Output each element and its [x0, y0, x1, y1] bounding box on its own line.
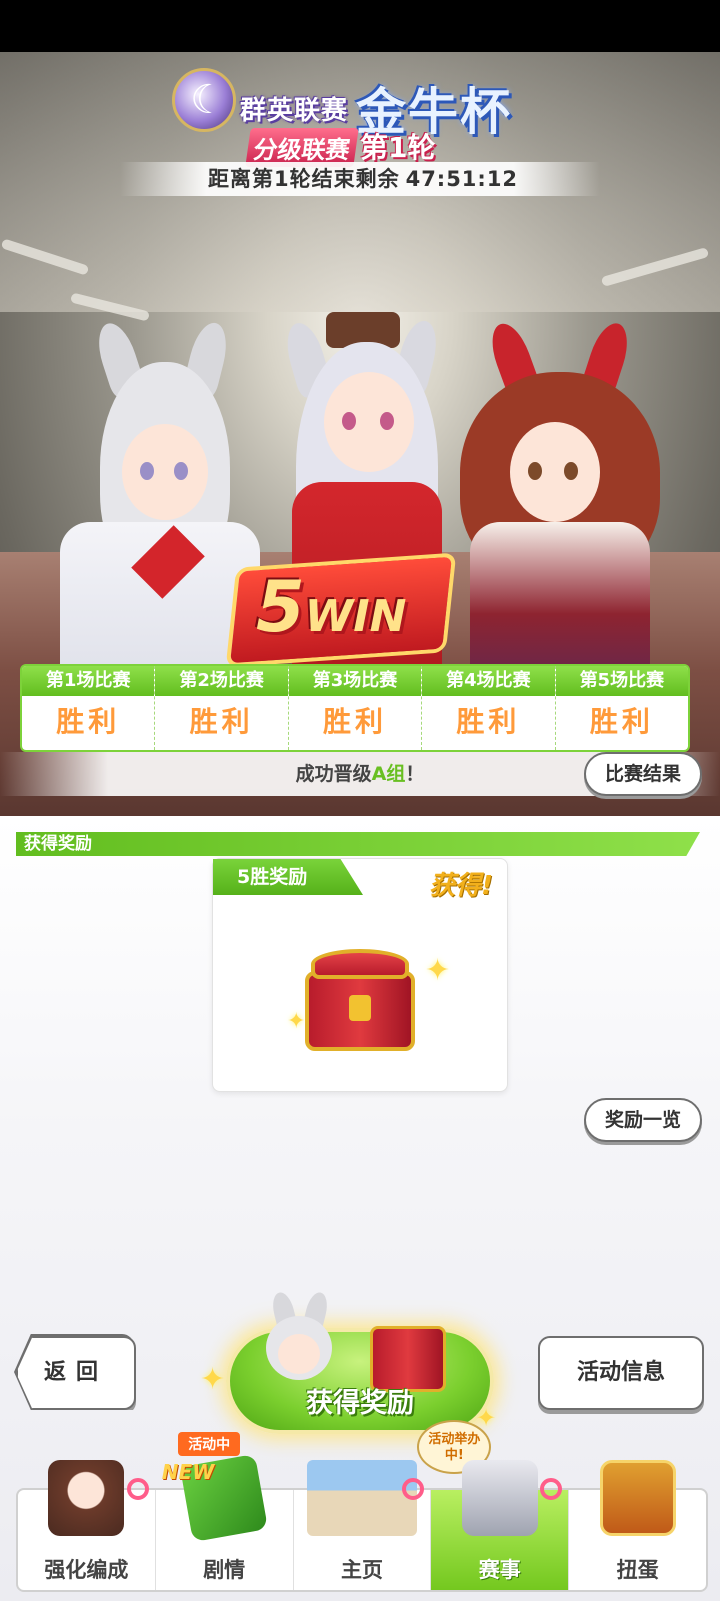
- bottom-navigation: 强化编成 活动中 NEW 剧情 主页 活动举办中! 赛事 扭蛋: [16, 1420, 708, 1592]
- league-round: 分级联赛 第1轮: [245, 126, 508, 167]
- nav-label: 赛事: [478, 1558, 521, 1582]
- eye: [380, 412, 394, 430]
- result-value: 胜利: [56, 705, 121, 738]
- win-word: WIN: [304, 591, 407, 642]
- match-results-table: 第1场比赛 胜利 第2场比赛 胜利 第3场比赛 胜利 第4场比赛 胜利 第5场比…: [20, 664, 690, 752]
- nav-item-race[interactable]: 活动举办中! 赛事: [417, 1420, 570, 1590]
- countdown-label: 距离第1轮结束剩余: [207, 167, 400, 191]
- chest-lock: [349, 995, 371, 1021]
- result-column: 第1场比赛 胜利: [22, 666, 156, 750]
- win-badge: 5WIN: [256, 566, 406, 648]
- result-header: 第5场比赛: [555, 666, 688, 696]
- result-column: 第5场比赛 胜利: [555, 666, 688, 750]
- nav-item-gacha[interactable]: 扭蛋: [569, 1460, 706, 1590]
- result-value: 胜利: [323, 705, 388, 738]
- result-column: 第3场比赛 胜利: [288, 666, 423, 750]
- result-header: 第1场比赛: [22, 666, 155, 696]
- promo-prefix: 成功晋级: [295, 763, 372, 785]
- nav-item-home[interactable]: 主页: [294, 1460, 432, 1590]
- reward-label: 5胜奖励: [213, 859, 363, 895]
- event-active-badge: 活动中: [178, 1432, 241, 1456]
- character-chibi-icon: [260, 1290, 338, 1380]
- nav-label: 剧情: [203, 1558, 246, 1582]
- result-value: 胜利: [189, 705, 254, 738]
- round-countdown: 距离第1轮结束剩余 47:51:12: [120, 162, 600, 196]
- countdown-value: 47:51:12: [405, 167, 519, 191]
- nav-label: 主页: [340, 1558, 383, 1582]
- claim-reward-label: 获得奖励: [306, 1388, 414, 1419]
- eye: [528, 462, 542, 480]
- event-banner: 群英联赛 金牛杯 分级联赛 第1轮 距离第1轮结束剩余47:51:12: [0, 52, 720, 816]
- claim-reward-button[interactable]: ✦ ✦ 获得奖励: [200, 1290, 496, 1434]
- gacha-icon: [599, 1460, 676, 1536]
- nav-item-enhance[interactable]: 强化编成: [18, 1460, 156, 1590]
- event-info-button[interactable]: 活动信息: [538, 1336, 704, 1410]
- notice-ring-icon: [126, 1478, 149, 1500]
- home-icon: [306, 1460, 417, 1536]
- race-icon: [461, 1460, 538, 1536]
- notice-ring-icon: [540, 1478, 563, 1500]
- chest-lid: [311, 949, 409, 979]
- reward-card[interactable]: 5胜奖励 获得! ✦ ✦: [212, 858, 508, 1092]
- sparkle-icon: ✦: [425, 953, 451, 988]
- reward-list-button[interactable]: 奖励一览: [584, 1098, 702, 1142]
- win-count: 5: [256, 566, 305, 648]
- sparkle-icon: ✦: [287, 1009, 306, 1034]
- promo-suffix: ！: [405, 763, 425, 785]
- new-tag: NEW: [161, 1460, 215, 1484]
- status-bar: [0, 0, 720, 52]
- reward-status: 获得!: [429, 871, 493, 901]
- horse-emblem-icon: [172, 68, 236, 132]
- face: [122, 424, 208, 520]
- round-label: 第1轮: [360, 131, 436, 164]
- result-column: 第4场比赛 胜利: [422, 666, 556, 750]
- result-header: 第4场比赛: [422, 666, 555, 696]
- result-header: 第3场比赛: [288, 666, 422, 696]
- enhance-icon: [48, 1460, 125, 1536]
- series-name: 群英联赛: [240, 96, 349, 126]
- nav-label: 扭蛋: [616, 1558, 659, 1582]
- match-results-button[interactable]: 比赛结果: [584, 752, 702, 796]
- nav-label: 强化编成: [44, 1558, 129, 1582]
- notice-ring-icon: [402, 1478, 425, 1500]
- result-header: 第2场比赛: [155, 666, 288, 696]
- result-column: 第2场比赛 胜利: [155, 666, 289, 750]
- face: [278, 1334, 320, 1374]
- face: [324, 372, 414, 472]
- result-value: 胜利: [589, 705, 654, 738]
- reward-section-title: 获得奖励: [16, 832, 700, 856]
- result-value: 胜利: [456, 705, 521, 738]
- treasure-chest-icon: [305, 943, 415, 1053]
- sparkle-icon: ✦: [200, 1362, 226, 1397]
- eye: [564, 462, 578, 480]
- back-button[interactable]: 返回: [16, 1336, 136, 1410]
- eye: [342, 412, 356, 430]
- eye: [174, 462, 188, 480]
- face: [510, 422, 600, 522]
- eye: [140, 462, 154, 480]
- nav-item-story[interactable]: 活动中 NEW 剧情: [156, 1432, 294, 1590]
- promo-group: A组: [371, 763, 406, 785]
